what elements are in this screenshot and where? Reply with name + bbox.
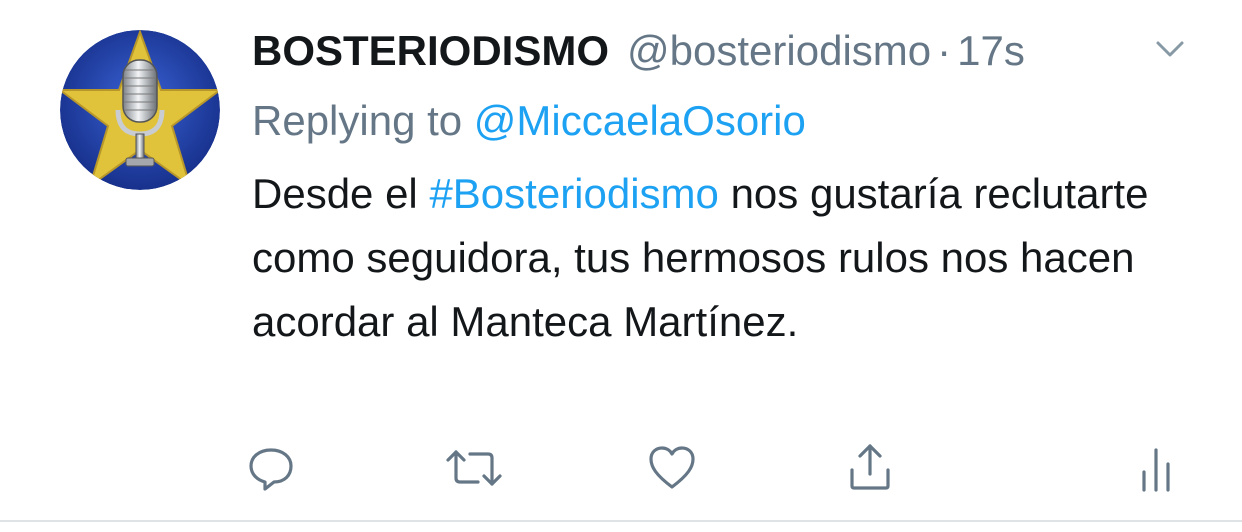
analytics-button[interactable] bbox=[1128, 440, 1184, 496]
replying-to: Replying to @MiccaelaOsorio bbox=[252, 96, 806, 146]
avatar-image bbox=[60, 30, 220, 190]
separator-dot: · bbox=[937, 27, 952, 74]
replying-prefix: Replying to bbox=[252, 97, 463, 144]
share-icon bbox=[844, 442, 896, 494]
heart-icon bbox=[646, 442, 698, 494]
retweet-icon bbox=[444, 442, 504, 494]
avatar[interactable] bbox=[60, 30, 220, 190]
hashtag-link[interactable]: #Bosteriodismo bbox=[429, 170, 718, 217]
author-name[interactable]: BOSTERIODISMO bbox=[252, 26, 609, 76]
tweet: BOSTERIODISMO @bosteriodismo · 17s Reply… bbox=[0, 0, 1242, 532]
retweet-button[interactable] bbox=[446, 440, 502, 496]
replying-mention[interactable]: @MiccaelaOsorio bbox=[474, 97, 806, 144]
tweet-header: BOSTERIODISMO @bosteriodismo · 17s bbox=[252, 26, 1025, 76]
author-handle[interactable]: @bosteriodismo bbox=[627, 26, 931, 76]
timestamp[interactable]: 17s bbox=[957, 26, 1025, 76]
bottom-divider bbox=[0, 520, 1242, 522]
analytics-icon bbox=[1130, 442, 1182, 494]
reply-icon bbox=[245, 442, 297, 494]
reply-button[interactable] bbox=[243, 440, 299, 496]
share-button[interactable] bbox=[842, 440, 898, 496]
tweet-text-before: Desde el bbox=[252, 170, 430, 217]
like-button[interactable] bbox=[644, 440, 700, 496]
tweet-actions bbox=[0, 440, 1242, 496]
chevron-down-icon[interactable] bbox=[1150, 34, 1190, 64]
tweet-text: Desde el #Bosteriodismo nos gustaría rec… bbox=[252, 162, 1212, 354]
